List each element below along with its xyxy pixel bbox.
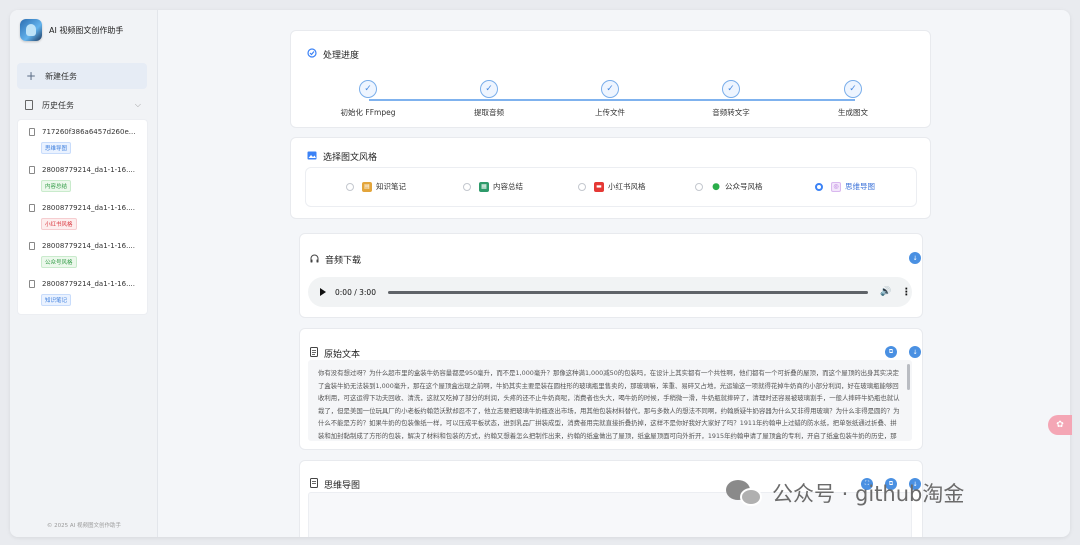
file-icon (29, 128, 35, 136)
new-task-button[interactable]: + 新建任务 (17, 63, 147, 89)
transcript-text: 你有没有想过呀？为什么超市里的盒装牛奶容量都是950毫升，而不是1,000毫升？… (308, 360, 912, 441)
copyright-footer: © 2025 AI 视频图文创作助手 (46, 523, 122, 529)
audio-player: 0:00 / 3:00 🔊 ⋮ (308, 277, 912, 307)
image-icon (307, 151, 317, 163)
style-option-summary[interactable]: ▦ 内容总结 (463, 181, 523, 192)
transcript-title: 原始文本 (324, 350, 361, 360)
style-option-xiaohongshu[interactable]: ▬ 小红书风格 (578, 181, 646, 192)
file-icon (29, 204, 35, 212)
document-icon (310, 347, 318, 360)
history-list: 717260f386a6457d260e... 思维导图 28008779214… (17, 119, 148, 315)
radio-button[interactable] (463, 182, 471, 191)
wechat-icon: ● (711, 181, 721, 192)
app-logo (20, 19, 42, 41)
floating-assistant-icon[interactable]: ✿ (1048, 415, 1072, 435)
history-item[interactable]: 717260f386a6457d260e... 思维导图 (18, 120, 149, 156)
audio-time: 0:00 / 3:00 (335, 287, 376, 297)
transcript-card: 原始文本 ⧉ ↓ 你有没有想过呀？为什么超市里的盒装牛奶容量都是950毫升，而不… (299, 328, 923, 450)
step-check-icon: ✓ (359, 80, 377, 98)
transcript-body: 你有没有想过呀？为什么超市里的盒装牛奶容量都是950毫升，而不是1,000毫升？… (318, 369, 900, 440)
style-title: 选择图文风格 (323, 153, 378, 163)
radio-button[interactable] (695, 182, 703, 191)
history-label: 历史任务 (42, 100, 74, 110)
watermark: 公众号 · github淘金 (726, 478, 964, 508)
mindmap-icon: ◎ (831, 181, 841, 192)
history-item-name: 28008779214_da1-1-16.... (42, 204, 135, 212)
download-icon[interactable]: ↓ (909, 252, 921, 264)
style-badge: 思维导图 (41, 142, 72, 154)
watermark-text: 公众号 · github淘金 (772, 482, 965, 506)
history-item[interactable]: 28008779214_da1-1-16.... 小红书风格 (18, 196, 149, 232)
audio-title: 音频下载 (325, 256, 362, 266)
file-icon (29, 242, 35, 250)
progress-line (369, 99, 855, 101)
file-icon (29, 166, 35, 174)
history-item[interactable]: 28008779214_da1-1-16.... 公众号风格 (18, 234, 149, 270)
step-check-icon: ✓ (844, 80, 862, 98)
style-badge: 小红书风格 (41, 218, 77, 230)
history-tasks-toggle[interactable]: 历史任务 ⌵ (17, 94, 147, 116)
style-card: 选择图文风格 ▤ 知识笔记 ▦ 内容总结 ▬ 小红书风格 ● 公众号风格 ◎ 思… (290, 137, 931, 219)
style-option-notes[interactable]: ▤ 知识笔记 (346, 181, 406, 192)
wechat-logo-icon (726, 478, 762, 508)
more-options-icon[interactable]: ⋮ (901, 287, 911, 298)
download-icon[interactable]: ↓ (909, 346, 921, 358)
step-label: 初始化 FFmpeg (340, 108, 396, 117)
document-icon (310, 478, 318, 491)
history-item[interactable]: 28008779214_da1-1-16.... 知识笔记 (18, 272, 149, 308)
style-options: ▤ 知识笔记 ▦ 内容总结 ▬ 小红书风格 ● 公众号风格 ◎ 思维导图 (305, 167, 917, 207)
radio-button[interactable] (346, 182, 354, 191)
audio-seek-slider[interactable] (387, 290, 868, 294)
brand: AI 视频图文创作助手 (20, 18, 150, 42)
new-task-label: 新建任务 (45, 71, 78, 81)
app-title: AI 视频图文创作助手 (49, 25, 124, 35)
app-window: AI 视频图文创作助手 + 新建任务 历史任务 ⌵ 717260f386a645… (10, 10, 1070, 537)
notebook-icon: ▤ (362, 181, 372, 192)
volume-icon[interactable]: 🔊 (880, 287, 891, 297)
summary-icon: ▦ (479, 181, 489, 192)
step-label: 上传文件 (595, 108, 625, 117)
history-item-name: 28008779214_da1-1-16.... (42, 166, 135, 174)
style-badge: 内容总结 (41, 180, 72, 192)
step-check-icon: ✓ (480, 80, 498, 98)
file-icon (29, 280, 35, 288)
progress-title: 处理进度 (323, 51, 360, 61)
chevron-down-icon: ⌵ (134, 100, 141, 109)
step-label: 提取音频 (474, 108, 504, 117)
copy-icon[interactable]: ⧉ (885, 346, 897, 358)
step-label: 音频转文字 (712, 108, 750, 117)
plus-icon: + (26, 69, 37, 83)
progress-card: 处理进度 ✓ ✓ ✓ ✓ ✓ 初始化 FFmpeg 提取音频 上传文件 音频转文… (290, 30, 931, 128)
scrollbar[interactable] (907, 364, 910, 390)
style-option-mindmap[interactable]: ◎ 思维导图 (815, 181, 875, 192)
step-label: 生成图文 (838, 108, 868, 117)
style-badge: 公众号风格 (41, 256, 77, 268)
radio-button-selected[interactable] (815, 182, 823, 191)
play-icon[interactable] (320, 288, 326, 296)
step-check-icon: ✓ (722, 80, 740, 98)
progress-icon (307, 48, 317, 61)
step-check-icon: ✓ (601, 80, 619, 98)
xiaohongshu-icon: ▬ (594, 181, 604, 192)
history-item-name: 28008779214_da1-1-16.... (42, 280, 135, 288)
style-option-wechat[interactable]: ● 公众号风格 (695, 181, 763, 192)
audio-card: 音频下载 ↓ 0:00 / 3:00 🔊 ⋮ (299, 233, 923, 318)
radio-button[interactable] (578, 182, 586, 191)
document-icon (25, 100, 33, 110)
history-item[interactable]: 28008779214_da1-1-16.... 内容总结 (18, 158, 149, 194)
sidebar: AI 视频图文创作助手 + 新建任务 历史任务 ⌵ 717260f386a645… (10, 10, 158, 537)
history-item-name: 717260f386a6457d260e... (42, 128, 136, 136)
history-item-name: 28008779214_da1-1-16.... (42, 242, 135, 250)
style-badge: 知识笔记 (41, 294, 72, 306)
headphones-icon (310, 254, 319, 266)
mindmap-title: 思维导图 (324, 481, 361, 491)
